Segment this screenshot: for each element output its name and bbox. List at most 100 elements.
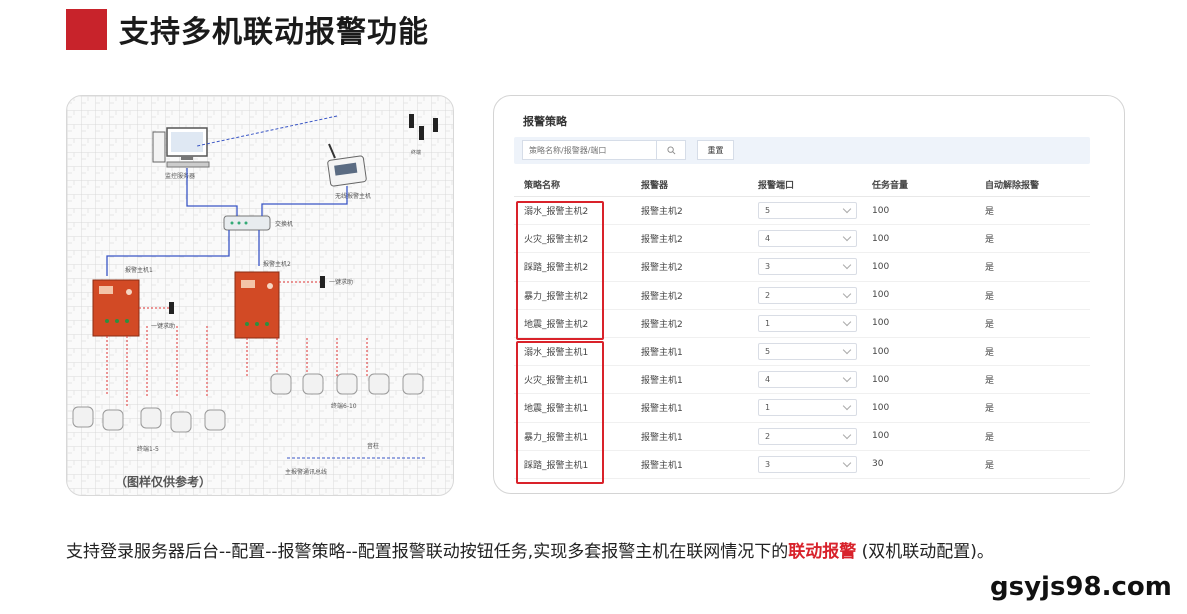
port-cell: 3 <box>750 455 865 473</box>
port-select[interactable]: 3 <box>758 258 857 276</box>
alarm-strategy-panel: 报警策略 重置 策略名称 报警器 报警端口 任务音量 自动解除报警 溺水_报警主… <box>493 95 1125 494</box>
port-value: 3 <box>765 459 771 469</box>
port-value: 4 <box>765 234 771 244</box>
device-name: 报警主机1 <box>641 432 683 443</box>
description-highlight: 联动报警 <box>788 542 857 562</box>
speakers-label: 音柱 <box>367 442 379 450</box>
auto-release-cell: 是 <box>985 207 995 218</box>
device-name: 报警主机2 <box>641 235 683 246</box>
chevron-down-icon <box>842 373 852 383</box>
port-select[interactable]: 1 <box>758 314 857 332</box>
port-value: 1 <box>765 403 771 413</box>
help-button-1-icon <box>169 302 174 314</box>
description: 支持登录服务器后台--配置--报警策略--配置报警联动按钮任务,实现多套报警主机… <box>66 537 1126 568</box>
port-cell: 4 <box>750 230 865 248</box>
port-cell: 5 <box>750 202 865 220</box>
volume-cell: 100 <box>872 290 890 301</box>
device-name: 报警主机2 <box>641 291 683 302</box>
auto-release-cell: 是 <box>985 376 995 387</box>
chevron-down-icon <box>842 289 852 298</box>
port-cell: 2 <box>750 286 865 304</box>
port-cell: 4 <box>750 371 865 389</box>
host1-label: 报警主机1 <box>125 266 153 274</box>
chevron-down-icon <box>842 317 852 327</box>
svg-text:终端: 终端 <box>411 149 421 156</box>
diagram-svg: 监控服务器 无线报警主机 终端 交换机 报警主机1 报警主机2 一键求助 一键求… <box>67 96 453 495</box>
volume-cell: 100 <box>872 261 890 272</box>
diagram-caption: （图样仅供参考） <box>115 475 212 489</box>
terminals-b-label: 终端6-10 <box>331 402 357 410</box>
port-value: 1 <box>765 318 771 328</box>
description-suffix: (双机联动配置)。 <box>856 542 994 562</box>
reset-button[interactable]: 重置 <box>697 140 734 160</box>
port-value: 3 <box>765 262 771 272</box>
host2-label: 报警主机2 <box>263 260 291 268</box>
auto-release-cell: 是 <box>985 432 995 443</box>
port-select[interactable]: 2 <box>758 286 857 304</box>
host2-group-highlight <box>516 201 604 340</box>
port-select[interactable]: 1 <box>758 399 857 417</box>
port-cell: 1 <box>750 399 865 417</box>
port-cell: 5 <box>750 343 865 361</box>
auto-release-cell: 是 <box>985 263 995 274</box>
device-name: 报警主机2 <box>641 207 683 218</box>
watermark: gsyjs98.com <box>990 572 1172 602</box>
port-select[interactable]: 2 <box>758 427 857 445</box>
port-select[interactable]: 4 <box>758 371 857 389</box>
port-select[interactable]: 5 <box>758 343 857 361</box>
device-name: 报警主机1 <box>641 404 683 415</box>
port-cell: 1 <box>750 314 865 332</box>
port-value: 4 <box>765 375 771 385</box>
panel-title: 报警策略 <box>523 115 567 128</box>
search-icon <box>666 145 675 154</box>
column-header[interactable]: 策略名称 <box>514 178 632 191</box>
port-value: 2 <box>765 431 771 441</box>
search-input[interactable] <box>522 140 657 160</box>
description-text: 支持登录服务器后台--配置--报警策略--配置报警联动按钮任务,实现多套报警主机… <box>66 542 789 562</box>
system-diagram: 监控服务器 无线报警主机 终端 交换机 报警主机1 报警主机2 一键求助 一键求… <box>66 95 454 496</box>
page-title: 支持多机联动报警功能 <box>119 15 429 50</box>
auto-release-cell: 是 <box>985 235 995 246</box>
switch-label: 交换机 <box>275 220 293 228</box>
volume-cell: 100 <box>872 346 890 357</box>
port-value: 2 <box>765 290 771 300</box>
chevron-down-icon <box>842 430 852 439</box>
alarm-host-1-icon <box>92 279 140 337</box>
volume-cell: 100 <box>872 205 890 216</box>
filter-bar: 重置 <box>514 137 1090 164</box>
device-icon <box>409 114 414 128</box>
port-value: 5 <box>765 206 771 216</box>
chevron-down-icon <box>842 261 852 270</box>
help-button-2-icon <box>320 276 325 288</box>
alarm-host-2-icon <box>234 271 280 339</box>
search-button[interactable] <box>657 140 686 160</box>
header-accent-square <box>66 8 107 50</box>
volume-cell: 100 <box>872 431 890 442</box>
device-name: 报警主机2 <box>641 319 683 330</box>
port-value: 5 <box>765 347 771 357</box>
section-header: 支持多机联动报警功能 <box>66 7 429 51</box>
volume-cell: 100 <box>872 374 890 385</box>
auto-release-cell: 是 <box>985 404 995 415</box>
volume-cell: 100 <box>872 402 890 413</box>
volume-cell: 100 <box>872 318 890 329</box>
terminals-a-label: 终端1-5 <box>137 445 159 453</box>
device-name: 报警主机1 <box>641 376 683 387</box>
port-select[interactable]: 4 <box>758 230 857 248</box>
port-select[interactable]: 5 <box>758 202 857 220</box>
volume-cell: 30 <box>872 459 884 470</box>
device-name: 报警主机1 <box>641 460 683 471</box>
chevron-down-icon <box>842 402 852 411</box>
table-header: 策略名称 报警器 报警端口 任务音量 自动解除报警 <box>514 172 1090 197</box>
column-header[interactable]: 任务音量 <box>865 178 976 191</box>
column-header[interactable]: 报警端口 <box>750 178 865 191</box>
bus-label: 主报警通讯总线 <box>285 468 327 476</box>
column-header[interactable]: 报警器 <box>632 178 750 191</box>
chevron-down-icon <box>842 233 852 242</box>
auto-release-cell: 是 <box>985 291 995 302</box>
port-select[interactable]: 3 <box>758 455 857 473</box>
device-name: 报警主机1 <box>641 348 683 359</box>
monitor-label: 监控服务器 <box>165 172 195 180</box>
column-header[interactable]: 自动解除报警 <box>976 178 1090 191</box>
help-label-1: 一键求助 <box>151 322 175 330</box>
